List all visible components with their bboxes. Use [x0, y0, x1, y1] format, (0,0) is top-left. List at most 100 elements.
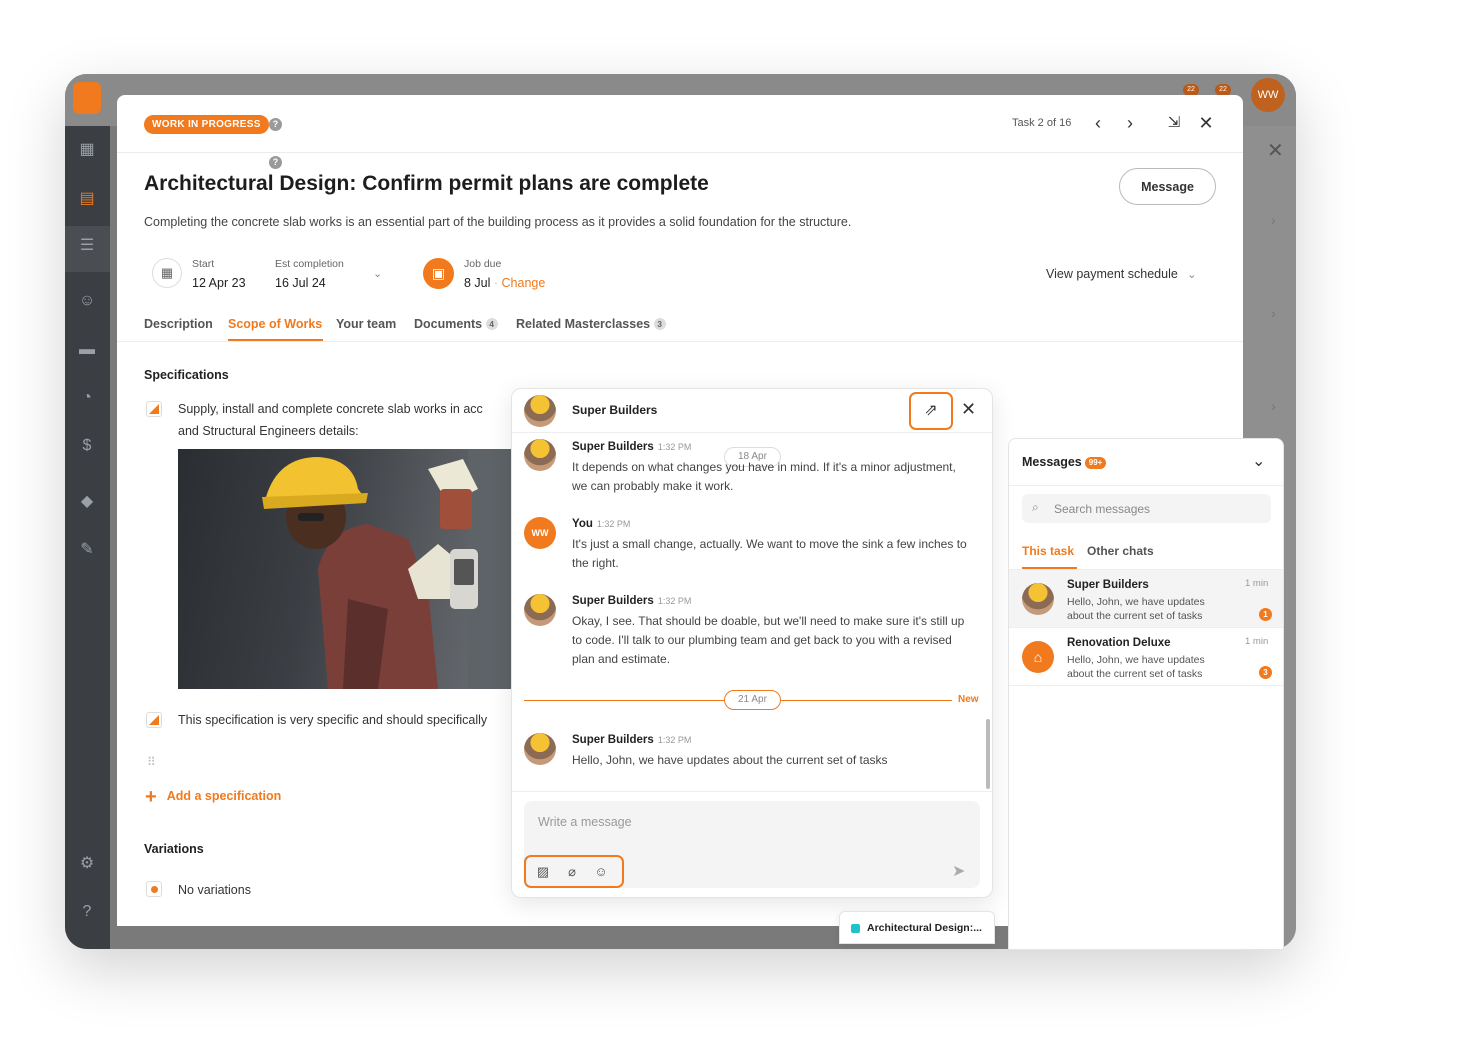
close-icon[interactable]: ✕: [1196, 113, 1216, 133]
close-chat-icon[interactable]: ✕: [961, 399, 976, 420]
brush-icon[interactable]: ✎: [77, 540, 97, 560]
layers-icon[interactable]: ◆: [77, 492, 97, 512]
message-sender: Super Builders 1:32 PM: [572, 595, 691, 607]
search-messages-input[interactable]: [1054, 494, 1264, 523]
message-sender: Super Builders 1:32 PM: [572, 441, 691, 453]
message-sender: You 1:32 PM: [572, 518, 630, 530]
message-input[interactable]: Write a message: [538, 815, 632, 829]
folder-icon[interactable]: ▬: [77, 340, 97, 360]
chat-contact-name: Super Builders: [572, 403, 658, 417]
tab-description[interactable]: Description: [144, 317, 213, 331]
minimized-chat-label: Architectural Design:...: [867, 922, 982, 934]
chat-scrollbar[interactable]: [986, 719, 990, 789]
gantt-icon[interactable]: ☰: [77, 236, 97, 256]
send-icon[interactable]: ➤: [952, 861, 965, 881]
conversation-item[interactable]: Super Builders Hello, John, we have upda…: [1009, 570, 1283, 628]
documents-count: 4: [485, 318, 498, 330]
page-title: Architectural Design: Confirm permit pla…: [144, 172, 709, 195]
status-badge: WORK IN PROGRESS: [144, 115, 269, 134]
chevron-right-icon[interactable]: ›: [1271, 398, 1276, 414]
spec-status-checkbox[interactable]: [146, 712, 162, 728]
start-date: 12 Apr 23: [192, 276, 246, 290]
chevron-right-icon[interactable]: ›: [1271, 305, 1276, 321]
chat-window: Super Builders ⇗ ✕ Super Builders 1:32 PM…: [511, 388, 993, 898]
drag-handle-icon[interactable]: ⠿: [147, 755, 156, 769]
messages-title-label: Messages: [1022, 455, 1082, 469]
status-dot: [851, 924, 860, 933]
due-separator: ·: [490, 276, 502, 290]
team-icon[interactable]: ☺: [77, 291, 97, 311]
add-specification-label: Add a specification: [166, 789, 282, 803]
tab-related-masterclasses[interactable]: Related Masterclasses 3: [516, 317, 666, 331]
spec-1-line-2: and Structural Engineers details:: [178, 424, 359, 438]
est-completion-label: Est completion: [275, 258, 344, 270]
tab-your-team[interactable]: Your team: [336, 317, 396, 331]
message-composer[interactable]: Write a message ▨ ⌀ ☺ ➤: [524, 801, 980, 888]
settings-gear-icon[interactable]: ⚙: [77, 854, 97, 874]
sender-name: Super Builders: [572, 441, 654, 453]
conversation-name: Renovation Deluxe: [1067, 637, 1171, 649]
tab-scope-of-works[interactable]: Scope of Works: [228, 317, 322, 331]
renovation-deluxe-avatar-icon: ⌂: [1022, 641, 1054, 673]
collapse-chevron-icon[interactable]: ⌄: [1252, 451, 1265, 471]
est-dropdown-chevron-icon[interactable]: ⌄: [373, 267, 382, 280]
search-box: ⌕: [1022, 494, 1271, 523]
message-time: 1:32 PM: [596, 519, 631, 529]
conversation-item[interactable]: ⌂ Renovation Deluxe Hello, John, we have…: [1009, 628, 1283, 686]
change-due-link[interactable]: Change: [502, 276, 546, 290]
spec-1-line-1: Supply, install and complete concrete sl…: [178, 402, 483, 416]
message-button[interactable]: Message: [1119, 168, 1216, 205]
est-completion-date: 16 Jul 24: [275, 276, 326, 290]
date-separator: 21 Apr: [724, 690, 781, 710]
next-task-icon[interactable]: ›: [1120, 113, 1140, 133]
background-close-icon[interactable]: ✕: [1267, 138, 1284, 163]
user-avatar[interactable]: WW: [1251, 78, 1285, 112]
compose-divider: [512, 791, 992, 792]
attachment-icon[interactable]: ⌀: [563, 863, 581, 881]
tab-this-task[interactable]: This task: [1022, 544, 1074, 558]
sender-name: Super Builders: [572, 734, 654, 746]
masterclasses-count: 3: [653, 318, 666, 330]
message-time: 1:32 PM: [657, 596, 692, 606]
unread-badge: 3: [1259, 666, 1272, 679]
chevron-down-icon: ⌄: [1187, 269, 1197, 281]
tasks-check-icon[interactable]: ◔: [77, 388, 97, 408]
super-builders-avatar: [524, 439, 556, 471]
conversation-preview: Hello, John, we have updates about the c…: [1067, 596, 1205, 622]
tab-other-chats[interactable]: Other chats: [1087, 544, 1154, 558]
emoji-icon[interactable]: ☺: [592, 863, 610, 881]
dashboard-icon[interactable]: ▦: [77, 140, 97, 160]
no-variations-text: No variations: [178, 883, 251, 897]
conversation-name: Super Builders: [1067, 579, 1149, 591]
message-sender: Super Builders 1:32 PM: [572, 734, 691, 746]
calendar-icon: ▦: [152, 258, 182, 288]
message-text: It depends on what changes you have in m…: [572, 460, 956, 493]
unread-badge: 1: [1259, 608, 1272, 621]
view-payment-schedule[interactable]: View payment schedule ⌄: [1046, 267, 1197, 281]
calendar-icon[interactable]: ▤: [77, 189, 97, 209]
sender-name: Super Builders: [572, 595, 654, 607]
dollar-icon[interactable]: $: [77, 436, 97, 456]
image-icon[interactable]: ▨: [534, 863, 552, 881]
task-counter: Task 2 of 16: [1012, 117, 1072, 129]
left-sidebar: ▦ ▤ ☰ ☺ ▬ ◔ $ ◆ ✎ ⚙ ?: [65, 126, 110, 949]
help-icon[interactable]: ?: [77, 902, 97, 922]
minimized-chat-tab[interactable]: Architectural Design:...: [839, 911, 995, 944]
title-help-icon[interactable]: ?: [269, 156, 282, 169]
minimize-icon[interactable]: ⇲: [1164, 113, 1184, 133]
payment-schedule-label: View payment schedule: [1046, 267, 1178, 281]
spec-status-checkbox[interactable]: [146, 401, 162, 417]
popout-icon[interactable]: ⇗: [909, 392, 953, 430]
app-logo[interactable]: [73, 82, 101, 114]
chevron-right-icon[interactable]: ›: [1271, 212, 1276, 228]
status-help-icon[interactable]: ?: [269, 118, 282, 131]
tabs-divider: [117, 341, 1243, 342]
tab-documents[interactable]: Documents 4: [414, 317, 498, 331]
previous-task-icon[interactable]: ‹: [1088, 113, 1108, 133]
spec-1-text: Supply, install and complete concrete sl…: [178, 398, 483, 442]
message-time: 1:32 PM: [657, 442, 692, 452]
conversation-preview: Hello, John, we have updates about the c…: [1067, 654, 1205, 680]
job-due-value: 8 Jul · Change: [464, 276, 545, 290]
variations-heading: Variations: [144, 842, 204, 856]
add-specification-button[interactable]: + Add a specification: [145, 786, 281, 809]
